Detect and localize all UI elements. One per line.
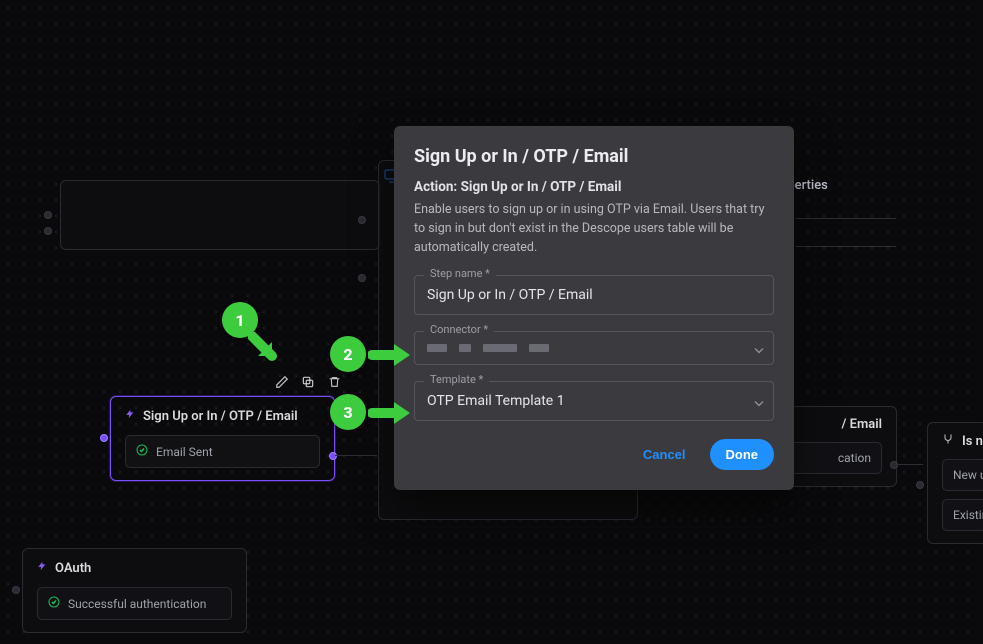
connector-select[interactable] [414, 331, 774, 365]
flow-edge [335, 455, 377, 456]
node-anchor[interactable] [100, 434, 108, 442]
field-label: Connector * [424, 323, 494, 336]
modal-action-line: Action: Sign Up or In / OTP / Email [414, 179, 774, 195]
node-toolbar [274, 374, 342, 390]
annotation-badge-2: 2 [330, 336, 366, 372]
template-select[interactable]: OTP Email Template 1 [414, 381, 774, 421]
node-title: Sign Up or In / OTP / Email [125, 407, 320, 425]
annotation-badge-3: 3 [330, 394, 366, 430]
modal-actions: Cancel Done [414, 439, 774, 470]
flow-edge [796, 218, 896, 219]
bolt-icon [125, 407, 135, 425]
node-is-new[interactable]: Is new New use Existing [927, 422, 983, 544]
node-output-fragment: cation [787, 442, 882, 474]
modal-title: Sign Up or In / OTP / Email [414, 146, 774, 167]
field-label: Template * [424, 373, 489, 386]
node-anchor[interactable] [12, 586, 20, 594]
node-title: OAuth [37, 559, 232, 577]
node-anchor [358, 216, 366, 224]
node-output-successful-auth[interactable]: Successful authentication [37, 587, 232, 620]
node-anchor [44, 211, 52, 219]
delete-icon[interactable] [326, 374, 342, 390]
node-output-existing[interactable]: Existing [942, 499, 983, 531]
duplicate-icon[interactable] [300, 374, 316, 390]
node-anchor [44, 227, 52, 235]
node-title: Is new [942, 433, 983, 449]
flow-edge [896, 464, 923, 465]
modal-description: Enable users to sign up or in using OTP … [414, 201, 774, 257]
bolt-icon [37, 559, 47, 577]
annotation-arrow-3 [368, 400, 412, 426]
node-output-email-sent[interactable]: Email Sent [125, 435, 320, 468]
field-template: Template * OTP Email Template 1 [414, 381, 774, 421]
cancel-button[interactable]: Cancel [627, 439, 702, 470]
node-anchor[interactable] [890, 461, 898, 469]
check-icon [136, 444, 148, 459]
action-config-modal: Sign Up or In / OTP / Email Action: Sign… [394, 126, 794, 490]
field-label: Step name * [424, 267, 496, 280]
annotation-arrow-1 [248, 332, 282, 366]
node-signup-otp-email[interactable]: Sign Up or In / OTP / Email Email Sent [110, 396, 335, 481]
edit-icon[interactable] [274, 374, 290, 390]
annotation-arrow-2 [368, 342, 412, 368]
done-button[interactable]: Done [710, 439, 775, 470]
node-oauth[interactable]: OAuth Successful authentication [22, 548, 247, 633]
node-partial-top [60, 180, 380, 250]
node-title-fragment: / Email [787, 417, 882, 432]
node-anchor[interactable] [329, 452, 337, 460]
step-name-input[interactable] [414, 275, 774, 315]
branch-icon [942, 433, 954, 449]
flow-edge [796, 246, 896, 247]
field-step-name: Step name * [414, 275, 774, 315]
check-icon [48, 596, 60, 611]
node-anchor[interactable] [916, 481, 924, 489]
node-output-new-user[interactable]: New use [942, 459, 983, 491]
node-anchor [358, 274, 366, 282]
field-connector: Connector * [414, 331, 774, 365]
